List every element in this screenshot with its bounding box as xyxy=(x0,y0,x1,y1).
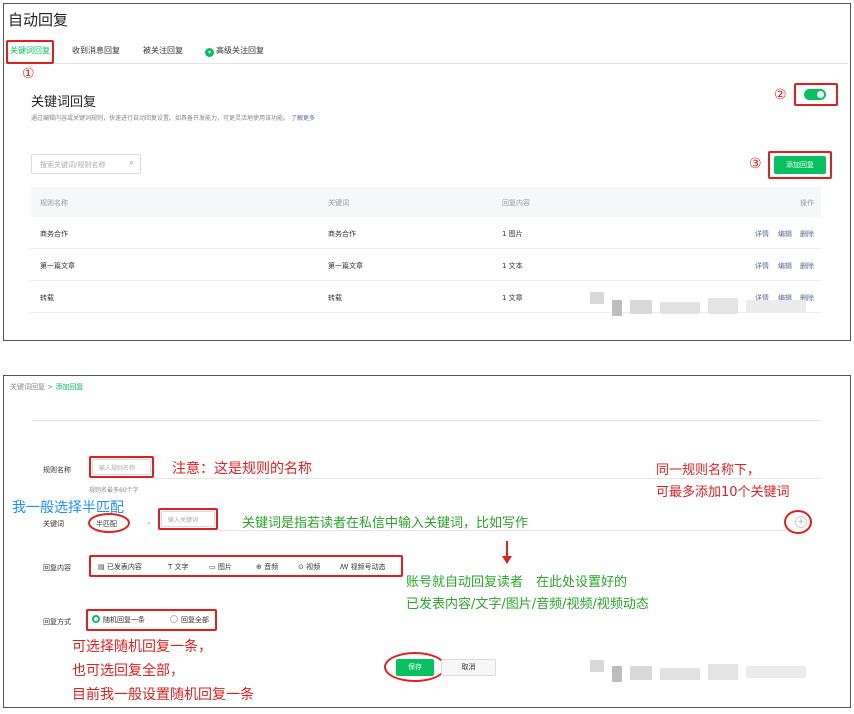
watermark-blur xyxy=(746,666,806,678)
reply-type-article[interactable]: ▤ 已发表内容 xyxy=(98,562,142,572)
reply-type-image[interactable]: ▭ 图片 xyxy=(209,562,232,572)
rule-name-label: 规则名称 xyxy=(43,466,71,474)
header-keyword: 关键词 xyxy=(328,199,349,207)
delete-link[interactable]: 删除 xyxy=(800,261,814,271)
delete-link[interactable]: 删除 xyxy=(800,229,814,239)
table-row-reply: 1 文本 xyxy=(502,262,523,270)
table-row-keyword: 第一篇文章 xyxy=(328,262,363,270)
watermark-blur xyxy=(590,292,604,304)
match-mode-select[interactable]: 半匹配 xyxy=(96,519,117,529)
detail-link[interactable]: 详情 xyxy=(755,229,769,239)
watermark-blur xyxy=(708,298,738,314)
page-title: 自动回复 xyxy=(8,11,69,29)
edit-link[interactable]: 编辑 xyxy=(778,261,792,271)
watermark-blur xyxy=(630,300,652,314)
note-mode-line1: 可选择随机回复一条， xyxy=(72,639,212,655)
tab-advanced-label: 高级关注回复 xyxy=(216,46,264,55)
row-divider xyxy=(31,248,821,249)
reply-mode-label: 回复方式 xyxy=(43,618,71,626)
table-header xyxy=(31,187,821,217)
row-divider xyxy=(31,312,821,313)
tab-bar xyxy=(4,38,848,64)
section-title: 关键词回复 xyxy=(31,95,97,110)
radio-random-one[interactable]: 随机回复一条 xyxy=(92,615,145,625)
search-input[interactable]: 搜索关键词/规则名称 ⌕ xyxy=(31,154,141,174)
image-icon: ▭ xyxy=(209,563,218,571)
table-row-name: 转载 xyxy=(40,294,54,302)
reply-type-text[interactable]: T 文字 xyxy=(168,562,189,572)
watermark-blur xyxy=(708,664,738,680)
table-row-reply: 1 图片 xyxy=(502,230,523,238)
breadcrumb: 关键词回复 > 添加回复 xyxy=(10,383,84,391)
header-reply-content: 回复内容 xyxy=(502,199,530,207)
keyword-label: 关键词 xyxy=(43,520,64,528)
note-mode-line3: 目前我一般设置随机回复一条 xyxy=(72,687,254,703)
add-reply-button[interactable]: 添加回复 xyxy=(774,156,826,174)
reply-type-video[interactable]: ⊙ 视频 xyxy=(298,562,320,572)
reply-type-audio[interactable]: ⊕ 音频 xyxy=(256,562,278,572)
note-auto-line2: 已发表内容/文字/图片/音频/视频/视频动态 xyxy=(406,597,649,612)
annotation-number-1: ① xyxy=(22,66,35,82)
table-row-keyword: 商务合作 xyxy=(328,230,356,238)
note-limit-line2: 可最多添加10个关键词 xyxy=(656,485,790,500)
video-icon: ⊙ xyxy=(298,563,307,571)
annotation-arrow-head xyxy=(502,556,512,564)
watermark-blur xyxy=(612,300,622,316)
cancel-button[interactable]: 取消 xyxy=(441,659,496,676)
annotation-arrow xyxy=(506,541,508,557)
reply-type-channels[interactable]: ꟿ 视频号动态 xyxy=(340,562,386,572)
keyword-reply-toggle[interactable] xyxy=(804,89,826,100)
annotation-number-2: ② xyxy=(774,87,787,103)
search-icon: ⌕ xyxy=(128,158,134,168)
note-rule-name: 注意：这是规则的名称 xyxy=(172,461,312,477)
table-row-keyword: 转载 xyxy=(328,294,342,302)
radio-unchecked-icon xyxy=(170,615,178,623)
annotation-number-3: ③ xyxy=(749,156,762,172)
watermark-blur xyxy=(746,300,806,312)
document-icon: ▤ xyxy=(98,563,107,571)
tab-message-reply[interactable]: 收到消息回复 xyxy=(72,45,120,56)
table-row-name: 商务合作 xyxy=(40,230,68,238)
edit-link[interactable]: 编辑 xyxy=(778,229,792,239)
watermark-blur xyxy=(660,302,700,314)
tab-follow-reply[interactable]: 被关注回复 xyxy=(143,45,183,56)
channels-icon: ꟿ xyxy=(340,563,351,571)
watermark-blur xyxy=(612,666,622,682)
note-auto-line1: 账号就自动回复读者 在此处设置好的 xyxy=(406,575,628,590)
learn-more-link[interactable]: 了解更多 xyxy=(291,115,315,122)
form-divider xyxy=(32,420,822,421)
section-description: 通过编辑内容或关键词规则，快速进行自动回复设置。如具备开发能力，可更灵活地使用该… xyxy=(31,115,315,122)
watermark-blur xyxy=(630,666,652,680)
chevron-down-icon[interactable]: ⌄ xyxy=(146,518,152,526)
table-row-name: 第一篇文章 xyxy=(40,262,75,270)
watermark-blur xyxy=(590,660,604,672)
table-row-reply: 1 文章 xyxy=(502,294,523,302)
audio-icon: ⊕ xyxy=(256,563,265,571)
note-mode-line2: 也可选回复全部， xyxy=(72,663,184,679)
save-button[interactable]: 保存 xyxy=(396,659,434,676)
rule-name-hint: 规则名最多60个字 xyxy=(89,487,139,494)
form-divider xyxy=(154,478,822,479)
note-keyword: 关键词是指若读者在私信中输入关键词，比如写作 xyxy=(242,516,529,531)
rule-name-input[interactable]: 输入规则名称 xyxy=(92,459,151,475)
add-keyword-icon[interactable]: + xyxy=(795,516,807,528)
row-divider xyxy=(31,280,821,281)
chevron-down-icon: ▾ xyxy=(205,48,214,57)
breadcrumb-parent[interactable]: 关键词回复 xyxy=(10,383,45,391)
breadcrumb-current: 添加回复 xyxy=(55,383,84,391)
radio-reply-all[interactable]: 回复全部 xyxy=(170,615,209,625)
reply-content-label: 回复内容 xyxy=(43,564,71,572)
header-actions: 操作 xyxy=(800,199,814,207)
detail-link[interactable]: 详情 xyxy=(755,261,769,271)
keyword-input[interactable]: 输入关键词 xyxy=(161,511,215,527)
radio-checked-icon xyxy=(92,615,100,623)
note-limit-line1: 同一规则名称下， xyxy=(656,463,761,478)
watermark-blur xyxy=(660,668,700,680)
tab-advanced-follow-reply[interactable]: ▾ 高级关注回复 xyxy=(205,45,264,57)
header-rule-name: 规则名称 xyxy=(40,199,68,207)
annotation-box-tab xyxy=(6,40,54,64)
